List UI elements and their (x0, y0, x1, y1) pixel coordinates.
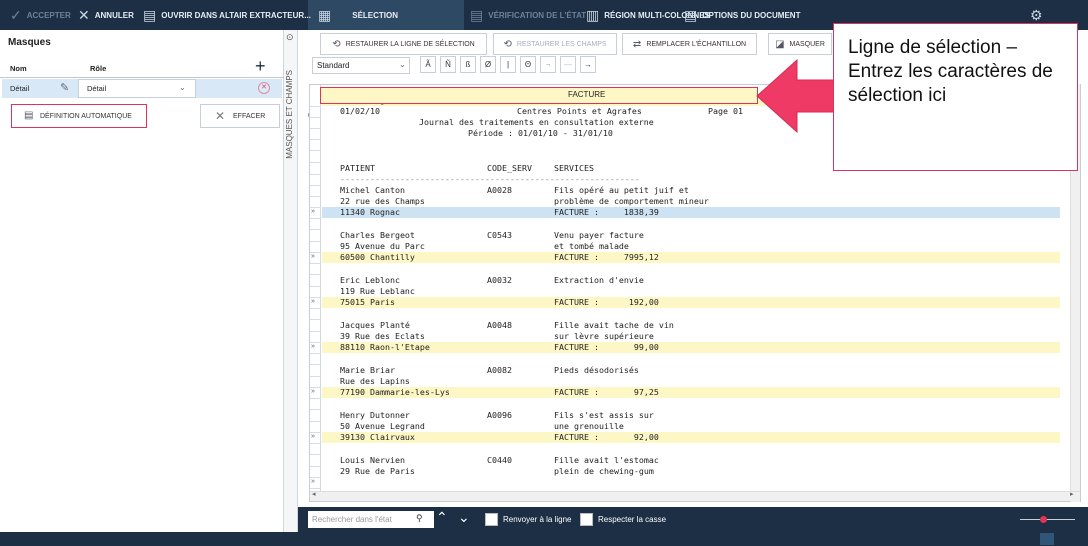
callout-text: Ligne de sélection – Entrez les caractèr… (848, 37, 1053, 106)
callout-box: Ligne de sélection – Entrez les caractèr… (833, 23, 1078, 171)
arrow-shape (756, 58, 836, 134)
